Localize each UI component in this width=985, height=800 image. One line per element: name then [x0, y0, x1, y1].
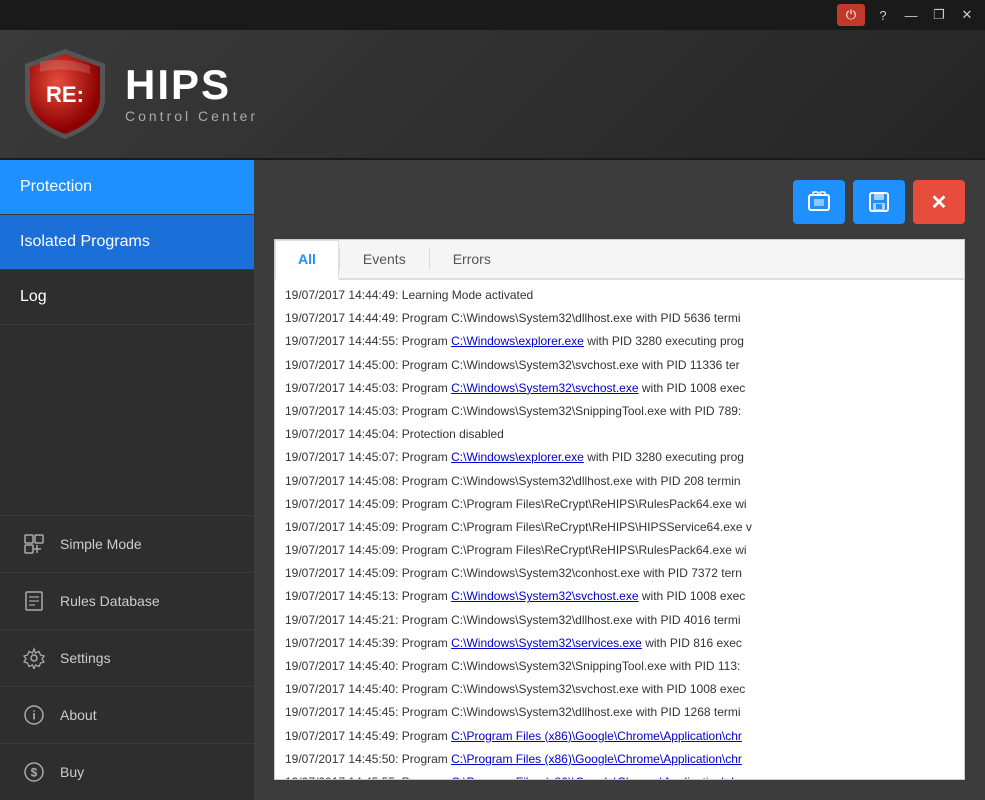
log-link[interactable]: C:\Program Files (x86)\Google\Chrome\App…: [451, 729, 742, 743]
close-icon: ✕: [931, 190, 948, 215]
window-close-button[interactable]: ✕: [953, 4, 981, 26]
power-button[interactable]: ⏻: [837, 4, 865, 26]
rules-database-label: Rules Database: [60, 593, 160, 609]
simple-mode-label: Simple Mode: [60, 536, 142, 552]
logo-shield: RE:: [20, 44, 110, 144]
buy-label: Buy: [60, 764, 84, 780]
log-entry: 19/07/2017 14:45:09: Program C:\Program …: [275, 516, 964, 539]
sidebar-item-buy[interactable]: $ Buy: [0, 743, 254, 800]
sidebar: Protection Isolated Programs Log Simple …: [0, 160, 254, 800]
log-entry: 19/07/2017 14:44:55: Program C:\Windows\…: [275, 330, 964, 353]
close-log-button[interactable]: ✕: [913, 180, 965, 224]
log-link[interactable]: C:\Program Files (x86)\Google\Chrome\App…: [451, 775, 742, 779]
save-button[interactable]: [853, 180, 905, 224]
settings-label: Settings: [60, 650, 111, 666]
sidebar-item-isolated-programs[interactable]: Isolated Programs: [0, 215, 254, 270]
tab-bar: All Events Errors: [275, 240, 964, 280]
svg-text:i: i: [32, 709, 35, 723]
main-layout: Protection Isolated Programs Log Simple …: [0, 160, 985, 800]
log-link[interactable]: C:\Program Files (x86)\Google\Chrome\App…: [451, 752, 742, 766]
brand-subtitle: Control Center: [125, 108, 258, 124]
svg-text:RE:: RE:: [46, 82, 84, 107]
log-entry: 19/07/2017 14:45:21: Program C:\Windows\…: [275, 609, 964, 632]
tab-all[interactable]: All: [275, 240, 339, 280]
buy-icon: $: [20, 758, 48, 786]
log-entry: 19/07/2017 14:45:40: Program C:\Windows\…: [275, 655, 964, 678]
log-link[interactable]: C:\Windows\System32\services.exe: [451, 636, 642, 650]
log-entry: 19/07/2017 14:45:08: Program C:\Windows\…: [275, 470, 964, 493]
log-entry: 19/07/2017 14:44:49: Program C:\Windows\…: [275, 307, 964, 330]
brand-text: HIPS Control Center: [125, 64, 258, 124]
log-entry: 19/07/2017 14:44:49: Learning Mode activ…: [275, 284, 964, 307]
log-entry: 19/07/2017 14:45:00: Program C:\Windows\…: [275, 354, 964, 377]
log-link[interactable]: C:\Windows\System32\svchost.exe: [451, 381, 638, 395]
log-entry: 19/07/2017 14:45:04: Protection disabled: [275, 423, 964, 446]
rules-db-icon: [20, 587, 48, 615]
log-entry: 19/07/2017 14:45:03: Program C:\Windows\…: [275, 400, 964, 423]
svg-text:$: $: [31, 766, 38, 780]
toolbar: ✕: [274, 180, 965, 224]
sidebar-item-protection[interactable]: Protection: [0, 160, 254, 215]
sidebar-item-about[interactable]: i About: [0, 686, 254, 743]
sidebar-item-settings[interactable]: Settings: [0, 629, 254, 686]
settings-icon: [20, 644, 48, 672]
log-entry: 19/07/2017 14:45:45: Program C:\Windows\…: [275, 701, 964, 724]
log-entry: 19/07/2017 14:45:07: Program C:\Windows\…: [275, 446, 964, 469]
sidebar-item-simple-mode[interactable]: Simple Mode: [0, 515, 254, 572]
minimize-button[interactable]: —: [897, 4, 925, 26]
log-entry: 19/07/2017 14:45:39: Program C:\Windows\…: [275, 632, 964, 655]
log-entry: 19/07/2017 14:45:09: Program C:\Program …: [275, 493, 964, 516]
restore-button[interactable]: ❐: [925, 4, 953, 26]
screenshot-button[interactable]: [793, 180, 845, 224]
log-entry: 19/07/2017 14:45:55: Program C:\Program …: [275, 771, 964, 779]
log-panel: All Events Errors 19/07/2017 14:44:49: L…: [274, 239, 965, 780]
titlebar: ⏻ ? — ❐ ✕: [0, 0, 985, 30]
log-entry: 19/07/2017 14:45:09: Program C:\Windows\…: [275, 562, 964, 585]
help-button[interactable]: ?: [869, 4, 897, 26]
header: RE: HIPS Control Center: [0, 30, 985, 160]
log-entry: 19/07/2017 14:45:03: Program C:\Windows\…: [275, 377, 964, 400]
log-link[interactable]: C:\Windows\System32\svchost.exe: [451, 589, 638, 603]
sidebar-item-rules-database[interactable]: Rules Database: [0, 572, 254, 629]
log-entry: 19/07/2017 14:45:49: Program C:\Program …: [275, 725, 964, 748]
content-area: ✕ All Events Errors 19/07/2017 14:44:49:…: [254, 160, 985, 800]
log-entry: 19/07/2017 14:45:40: Program C:\Windows\…: [275, 678, 964, 701]
log-link[interactable]: C:\Windows\explorer.exe: [451, 450, 584, 464]
about-icon: i: [20, 701, 48, 729]
tab-errors[interactable]: Errors: [430, 240, 514, 278]
simple-mode-icon: [20, 530, 48, 558]
log-entry: 19/07/2017 14:45:09: Program C:\Program …: [275, 539, 964, 562]
log-entry: 19/07/2017 14:45:50: Program C:\Program …: [275, 748, 964, 771]
log-content[interactable]: 19/07/2017 14:44:49: Learning Mode activ…: [275, 280, 964, 779]
log-entry: 19/07/2017 14:45:13: Program C:\Windows\…: [275, 585, 964, 608]
about-label: About: [60, 707, 97, 723]
log-link[interactable]: C:\Windows\explorer.exe: [451, 334, 584, 348]
brand-name: HIPS: [125, 64, 258, 106]
sidebar-item-log[interactable]: Log: [0, 270, 254, 325]
tab-events[interactable]: Events: [340, 240, 429, 278]
